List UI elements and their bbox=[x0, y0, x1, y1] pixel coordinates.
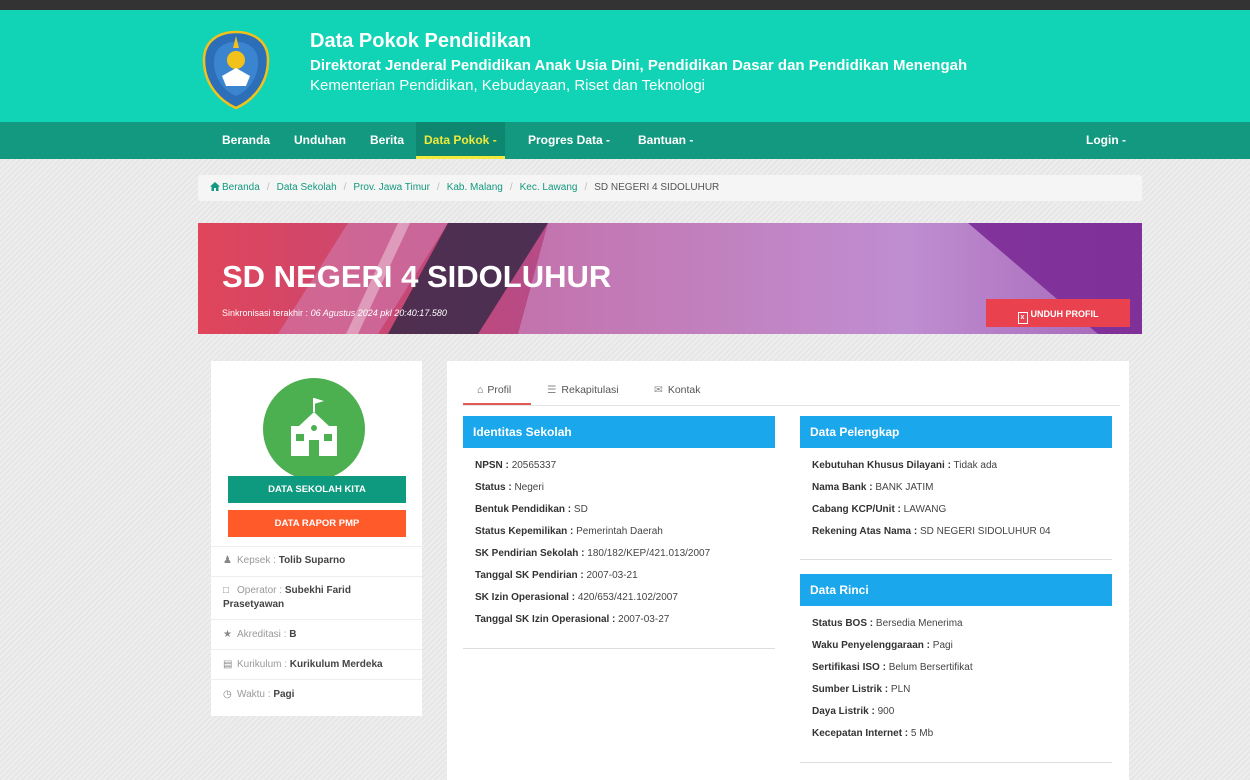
main-navbar: Beranda Unduhan Berita Data Pokok - Prog… bbox=[0, 122, 1250, 159]
sync-label: Sinkronisasi terakhir : bbox=[222, 308, 309, 318]
book-icon: ▤ bbox=[223, 659, 233, 670]
nav-unduhan[interactable]: Unduhan bbox=[294, 122, 346, 159]
list-icon: ☰ bbox=[547, 384, 557, 396]
kurikulum-value: Kurikulum Merdeka bbox=[289, 659, 383, 670]
institution-icon: ⌂ bbox=[477, 384, 484, 396]
sync-info: Sinkronisasi terakhir : 06 Agustus 2024 … bbox=[222, 308, 447, 318]
field-status-kepemilikan: Status Kepemilikan : Pemerintah Daerah bbox=[475, 526, 663, 537]
field-status-bos: Status BOS : Bersedia Menerima bbox=[812, 618, 963, 629]
kepsek-value: Tolib Suparno bbox=[278, 555, 346, 566]
field-sertifikasi-iso: Sertifikasi ISO : Belum Bersertifikat bbox=[812, 662, 973, 673]
tab-profil[interactable]: ⌂ Profil bbox=[463, 379, 531, 405]
top-strip bbox=[0, 0, 1250, 10]
nav-beranda[interactable]: Beranda bbox=[222, 122, 270, 159]
kurikulum-row: ▤ Kurikulum : Kurikulum Merdeka bbox=[211, 649, 422, 679]
breadcrumb: Beranda / Data Sekolah / Prov. Jawa Timur / Ka… bbox=[198, 175, 1142, 201]
breadcrumb-kecamatan[interactable]: Kec. Lawang bbox=[520, 182, 578, 193]
envelope-icon: ✉ bbox=[654, 384, 663, 396]
field-sumber-listrik: Sumber Listrik : PLN bbox=[812, 684, 911, 695]
detail-tabs: ⌂ Profil ☰ Rekapitulasi ✉ Kontak bbox=[463, 379, 1120, 406]
download-profile-button[interactable]: x UNDUH PROFIL bbox=[986, 299, 1130, 327]
clock-icon: ◷ bbox=[223, 689, 232, 700]
field-tanggal-sk-pendirian: Tanggal SK Pendirian : 2007-03-21 bbox=[475, 570, 638, 581]
field-nama-bank: Nama Bank : BANK JATIM bbox=[812, 482, 934, 493]
field-bentuk-pendidikan: Bentuk Pendidikan : SD bbox=[475, 504, 588, 515]
data-pelengkap-title: Data Pelengkap bbox=[800, 416, 1112, 448]
star-icon: ★ bbox=[223, 629, 232, 640]
kepsek-row: ♟ Kepsek : Tolib Suparno bbox=[211, 546, 422, 576]
identitas-sekolah-title: Identitas Sekolah bbox=[463, 416, 775, 448]
tut-wuri-handayani-logo bbox=[202, 30, 270, 110]
field-tanggal-sk-izin: Tanggal SK Izin Operasional : 2007-03-27 bbox=[475, 614, 670, 625]
field-npsn: NPSN : 20565337 bbox=[475, 460, 557, 471]
site-title: Data Pokok Pendidikan bbox=[310, 30, 532, 52]
data-sekolah-kita-button[interactable]: DATA SEKOLAH KITA bbox=[228, 476, 406, 503]
user-icon: ♟ bbox=[223, 555, 232, 566]
data-rapor-pmp-button[interactable]: DATA RAPOR PMP bbox=[228, 510, 406, 537]
field-kecepatan-internet: Kecepatan Internet : 5 Mb bbox=[812, 728, 934, 739]
sync-timestamp: 06 Agustus 2024 pkl 20:40:17.580 bbox=[310, 308, 447, 318]
identitas-sekolah-panel: Identitas Sekolah NPSN : 20565337 Status… bbox=[463, 416, 775, 649]
school-detail-card: ⌂ Profil ☰ Rekapitulasi ✉ Kontak Identitas … bbox=[447, 361, 1129, 780]
field-status: Status : Negeri bbox=[475, 482, 544, 493]
breadcrumb-kabupaten[interactable]: Kab. Malang bbox=[447, 182, 503, 193]
download-profile-label: UNDUH PROFIL bbox=[1030, 309, 1099, 319]
school-banner: SD NEGERI 4 SIDOLUHUR Sinkronisasi terak… bbox=[198, 223, 1142, 334]
operator-value-1: Subekhi Farid bbox=[284, 585, 351, 596]
breadcrumb-beranda[interactable]: Beranda bbox=[222, 182, 260, 193]
ministry-name: Kementerian Pendidikan, Kebudayaan, Rise… bbox=[310, 77, 705, 94]
akreditasi-row: ★ Akreditasi : B bbox=[211, 619, 422, 649]
akreditasi-value: B bbox=[289, 629, 297, 640]
tab-kontak[interactable]: ✉ Kontak bbox=[654, 379, 701, 405]
waktu-value: Pagi bbox=[273, 689, 295, 700]
site-subtitle: Direktorat Jenderal Pendidikan Anak Usia… bbox=[310, 57, 968, 74]
field-kebutuhan-khusus: Kebutuhan Khusus Dilayani : Tidak ada bbox=[812, 460, 998, 471]
field-sk-izin-operasional: SK Izin Operasional : 420/653/421.102/20… bbox=[475, 592, 678, 603]
nav-progres-data[interactable]: Progres Data - bbox=[528, 122, 610, 159]
nav-data-pokok[interactable]: Data Pokok - bbox=[416, 122, 505, 159]
field-daya-listrik: Daya Listrik : 900 bbox=[812, 706, 895, 717]
nav-bantuan[interactable]: Bantuan - bbox=[638, 122, 693, 159]
site-header: Data Pokok Pendidikan Direktorat Jendera… bbox=[0, 10, 1250, 122]
breadcrumb-data-sekolah[interactable]: Data Sekolah bbox=[277, 182, 337, 193]
school-name: SD NEGERI 4 SIDOLUHUR bbox=[222, 259, 612, 294]
field-waku-penyelenggaraan: Waku Penyelenggaraan : Pagi bbox=[812, 640, 953, 651]
field-cabang-kcp: Cabang KCP/Unit : LAWANG bbox=[812, 504, 947, 515]
field-rekening-atas-nama: Rekening Atas Nama : SD NEGERI SIDOLUHUR… bbox=[812, 526, 1051, 537]
file-icon: x bbox=[1017, 312, 1028, 324]
phone-icon: □ bbox=[223, 585, 230, 596]
home-icon bbox=[210, 182, 220, 191]
data-rinci-title: Data Rinci bbox=[800, 574, 1112, 606]
school-summary-card: DATA SEKOLAH KITA DATA RAPOR PMP ♟ Kepsek… bbox=[211, 361, 422, 716]
data-rinci-panel: Data Rinci Status BOS : Bersedia Menerim… bbox=[800, 574, 1112, 763]
field-sk-pendirian: SK Pendirian Sekolah : 180/182/KEP/421.0… bbox=[475, 548, 711, 559]
operator-value-2: Prasetyawan bbox=[223, 599, 285, 610]
nav-berita[interactable]: Berita bbox=[370, 122, 404, 159]
nav-login[interactable]: Login - bbox=[1086, 122, 1126, 159]
tab-rekapitulasi[interactable]: ☰ Rekapitulasi bbox=[547, 379, 619, 405]
breadcrumb-provinsi[interactable]: Prov. Jawa Timur bbox=[353, 182, 430, 193]
breadcrumb-current: SD NEGERI 4 SIDOLUHUR bbox=[594, 182, 720, 193]
school-building-icon bbox=[263, 378, 365, 480]
data-pelengkap-panel: Data Pelengkap Kebutuhan Khusus Dilayani… bbox=[800, 416, 1112, 560]
operator-row: □ Operator : Subekhi Farid Prasetyawan bbox=[211, 576, 422, 619]
waktu-row: ◷ Waktu : Pagi bbox=[211, 679, 422, 709]
